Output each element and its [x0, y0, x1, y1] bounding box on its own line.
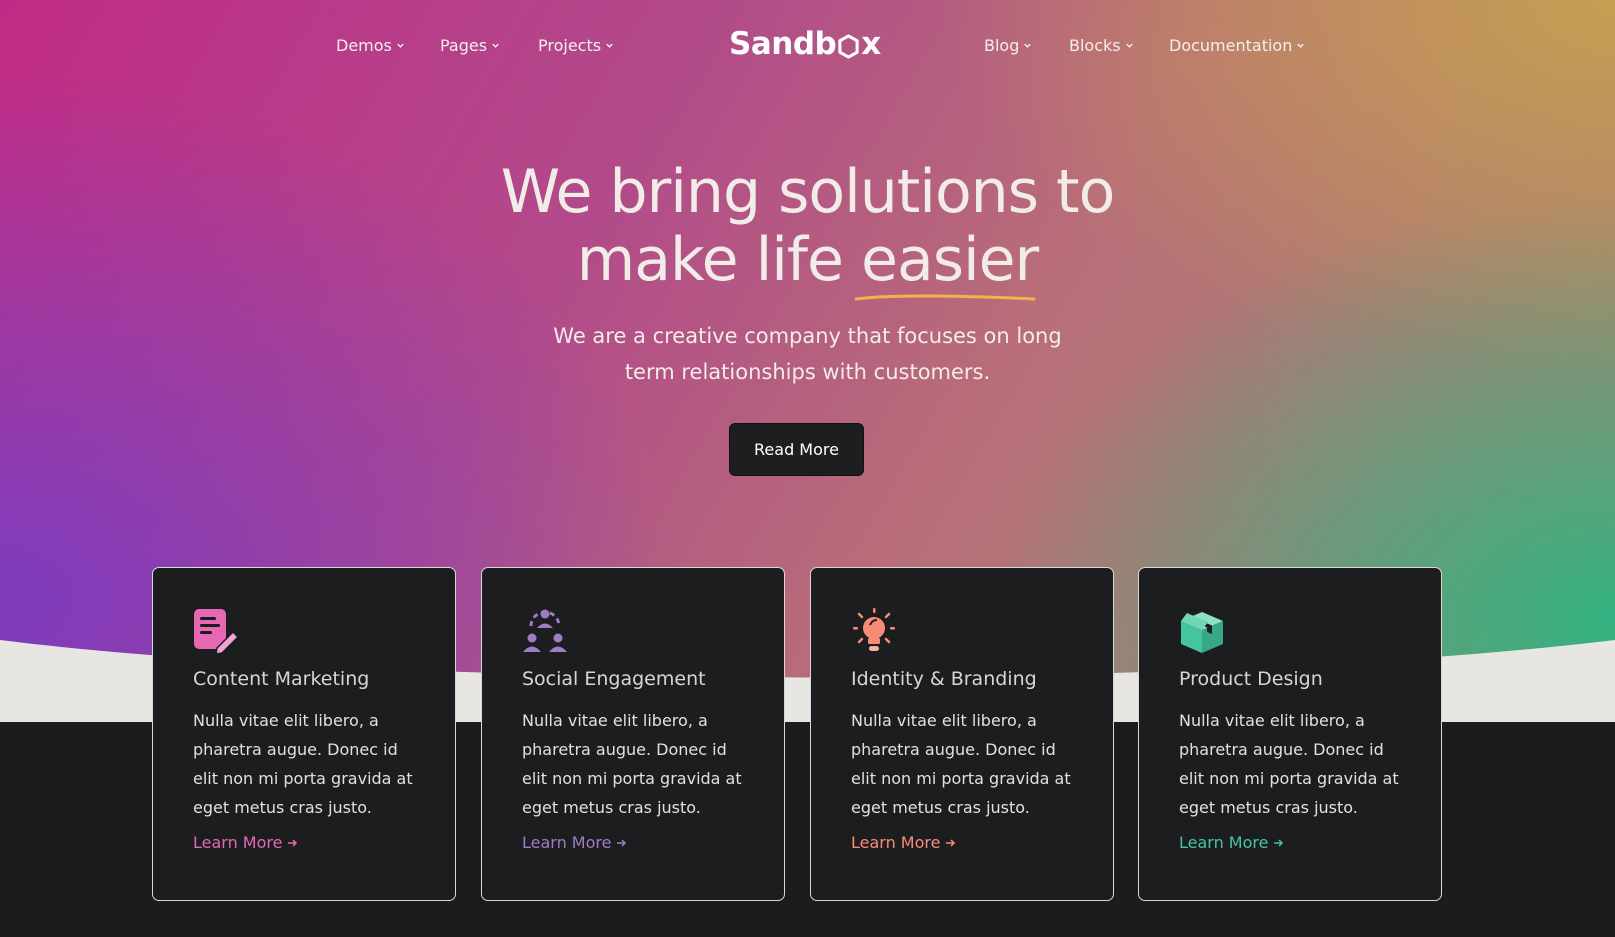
service-card-text: Nulla vitae elit libero, a pharetra augu… [1179, 711, 1399, 817]
arrow-right-icon [617, 838, 627, 847]
learn-more-link-identity-branding[interactable]: Learn More [851, 833, 1073, 852]
learn-more-label: Learn More [1179, 833, 1269, 852]
arrow-right-icon [946, 838, 956, 847]
hero-subtitle-line2: term relationships with customers. [624, 360, 991, 384]
nav-pages-label: Pages [440, 36, 488, 55]
learn-more-label: Learn More [522, 833, 612, 852]
main-navigation: Demos Pages Projects Sandb x Blog Blocks… [0, 0, 1615, 92]
learn-more-link-product-design[interactable]: Learn More [1179, 833, 1401, 852]
nav-blocks[interactable]: Blocks [1069, 36, 1134, 55]
nav-demos[interactable]: Demos [336, 36, 405, 55]
hero-highlight-text: easier [861, 225, 1039, 295]
chevron-down-icon [1024, 43, 1032, 48]
service-card-text: Nulla vitae elit libero, a pharetra augu… [522, 711, 742, 817]
nav-documentation-label: Documentation [1169, 36, 1293, 55]
service-card-text: Nulla vitae elit libero, a pharetra augu… [851, 711, 1071, 817]
service-card-text: Nulla vitae elit libero, a pharetra augu… [193, 711, 413, 817]
logo-text-start: Sandb [729, 26, 837, 62]
chevron-down-icon [1125, 43, 1133, 48]
hero-highlight-word: easier [854, 225, 1039, 301]
nav-demos-label: Demos [336, 36, 392, 55]
underline-squiggle-icon [854, 294, 1036, 301]
logo-hexagon-icon [838, 33, 859, 59]
read-more-button[interactable]: Read More [729, 423, 864, 476]
learn-more-link-content-marketing[interactable]: Learn More [193, 833, 415, 852]
box-icon [1181, 612, 1223, 653]
team-icon [523, 609, 567, 652]
hero-subtitle-line1: We are a creative company that focuses o… [553, 324, 1062, 348]
logo-text-end: x [861, 26, 881, 62]
learn-more-link-social-engagement[interactable]: Learn More [522, 833, 744, 852]
arrow-right-icon [288, 838, 298, 847]
hero-headline: We bring solutions to make life easier [0, 157, 1615, 301]
chevron-down-icon [606, 43, 613, 48]
chevron-down-icon [1297, 43, 1305, 48]
chevron-down-icon [397, 43, 404, 48]
sandbox-logo[interactable]: Sandb x [729, 26, 881, 62]
service-card-identity-branding: Identity & Branding Nulla vitae elit lib… [810, 567, 1114, 901]
nav-projects-label: Projects [538, 36, 602, 55]
hero-headline-line1: We bring solutions to [500, 157, 1116, 227]
service-card-title: Content Marketing [193, 668, 370, 690]
service-card-social-engagement: Social Engagement Nulla vitae elit liber… [481, 567, 785, 901]
nav-projects[interactable]: Projects [538, 36, 614, 55]
nav-pages[interactable]: Pages [440, 36, 500, 55]
hero-subtitle: We are a creative company that focuses o… [0, 318, 1615, 390]
service-card-title: Social Engagement [522, 668, 706, 690]
nav-blog-label: Blog [984, 36, 1020, 55]
nav-blog[interactable]: Blog [984, 36, 1032, 55]
nav-documentation[interactable]: Documentation [1169, 36, 1305, 55]
learn-more-label: Learn More [193, 833, 283, 852]
service-card-product-design: Product Design Nulla vitae elit libero, … [1138, 567, 1442, 901]
document-edit-icon [194, 609, 239, 654]
service-card-content-marketing: Content Marketing Nulla vitae elit liber… [152, 567, 456, 901]
learn-more-label: Learn More [851, 833, 941, 852]
arrow-right-icon [1274, 838, 1284, 847]
lightbulb-icon [853, 608, 895, 651]
service-card-title: Identity & Branding [851, 668, 1037, 690]
hero-headline-line2: make life [576, 225, 862, 295]
nav-blocks-label: Blocks [1069, 36, 1121, 55]
service-card-title: Product Design [1179, 668, 1323, 690]
chevron-down-icon [492, 43, 499, 48]
